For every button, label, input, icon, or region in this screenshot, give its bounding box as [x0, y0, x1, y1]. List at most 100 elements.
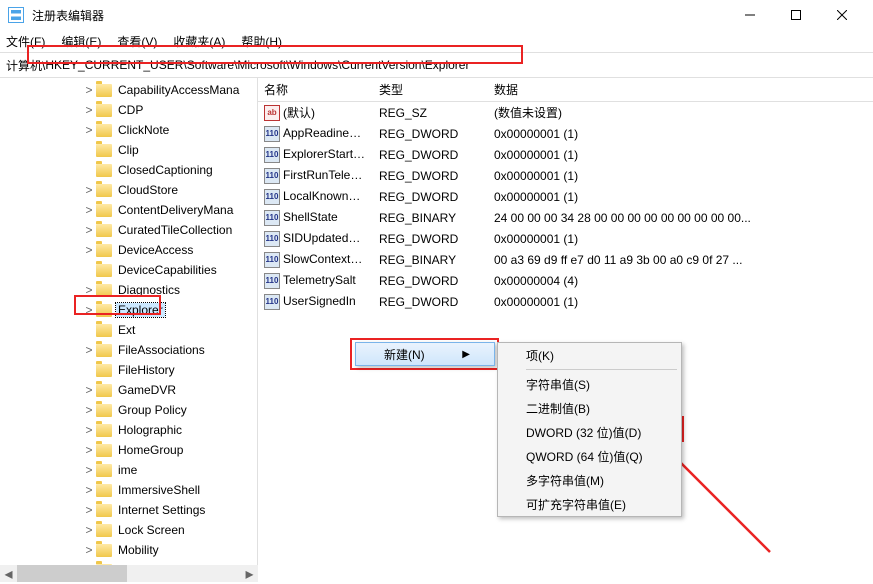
value-name: FirstRunTelem... [283, 168, 370, 182]
submenu-item[interactable]: 项(K) [498, 343, 681, 367]
tree-item-label: DeviceCapabilities [116, 263, 219, 277]
expand-icon[interactable]: > [82, 243, 96, 257]
tree-item[interactable]: >ImmersiveShell [0, 480, 257, 500]
expand-icon[interactable]: > [82, 403, 96, 417]
expand-icon[interactable]: > [82, 343, 96, 357]
value-data: 0x00000001 (1) [488, 148, 873, 162]
value-name: UserSignedIn [283, 294, 356, 308]
tree-item[interactable]: > FileAssociations [0, 340, 257, 360]
list-row[interactable]: ab(默认)REG_SZ(数值未设置) [258, 102, 873, 123]
col-header-data[interactable]: 数据 [488, 81, 873, 98]
tree-item[interactable]: DeviceCapabilities [0, 260, 257, 280]
value-type: REG_DWORD [373, 148, 488, 162]
tree-item[interactable]: >Group Policy [0, 400, 257, 420]
expand-icon[interactable]: > [82, 203, 96, 217]
tree-scrollbar-horizontal[interactable]: ◂ ▸ [0, 565, 258, 582]
tree-item[interactable]: >Explorer [0, 300, 257, 320]
tree-item[interactable]: >CloudStore [0, 180, 257, 200]
list-row[interactable]: 110UserSignedInREG_DWORD0x00000001 (1) [258, 291, 873, 312]
expand-icon[interactable]: > [82, 83, 96, 97]
tree-item-label: CuratedTileCollection [116, 223, 234, 237]
tree-item[interactable]: >Holographic [0, 420, 257, 440]
submenu-item[interactable]: 二进制值(B) [498, 396, 681, 420]
expand-icon[interactable]: > [82, 443, 96, 457]
list-row[interactable]: 110ExplorerStartu...REG_DWORD0x00000001 … [258, 144, 873, 165]
tree-item[interactable]: > CuratedTileCollection [0, 220, 257, 240]
binary-value-icon: 110 [264, 189, 280, 205]
menu-item[interactable]: 编辑(E) [61, 33, 101, 50]
expand-icon[interactable]: > [82, 103, 96, 117]
expand-icon[interactable]: > [82, 223, 96, 237]
tree-item[interactable]: >HomeGroup [0, 440, 257, 460]
menu-item[interactable]: 帮助(H) [241, 33, 282, 50]
list-row[interactable]: 110SlowContextM...REG_BINARY00 a3 69 d9 … [258, 249, 873, 270]
tree-item[interactable]: >Internet Settings [0, 500, 257, 520]
tree-item[interactable]: >ime [0, 460, 257, 480]
tree-item[interactable]: >CapabilityAccessMana [0, 80, 257, 100]
tree-item[interactable]: >CDP [0, 100, 257, 120]
minimize-button[interactable] [727, 0, 773, 30]
expand-icon[interactable]: > [82, 183, 96, 197]
scroll-left-button[interactable]: ◂ [0, 565, 17, 582]
menu-item[interactable]: 文件(F) [6, 33, 45, 50]
binary-value-icon: 110 [264, 252, 280, 268]
list-row[interactable]: 110TelemetrySaltREG_DWORD0x00000004 (4) [258, 270, 873, 291]
expand-icon[interactable]: > [82, 303, 96, 317]
list-row[interactable]: 110AppReadiness...REG_DWORD0x00000001 (1… [258, 123, 873, 144]
menu-item[interactable]: 收藏夹(A) [173, 33, 225, 50]
expand-icon[interactable]: > [82, 423, 96, 437]
expand-icon[interactable]: > [82, 123, 96, 137]
folder-icon [96, 204, 112, 217]
tree-item[interactable]: >Diagnostics [0, 280, 257, 300]
submenu-item[interactable]: 多字符串值(M) [498, 468, 681, 492]
maximize-button[interactable] [773, 0, 819, 30]
tree-item[interactable]: > ContentDeliveryMana [0, 200, 257, 220]
submenu-item[interactable]: 字符串值(S) [498, 372, 681, 396]
submenu-item[interactable]: DWORD (32 位)值(D) [498, 420, 681, 444]
context-submenu[interactable]: 项(K) 字符串值(S)二进制值(B)DWORD (32 位)值(D)QWORD … [497, 342, 682, 517]
value-data: 0x00000001 (1) [488, 295, 873, 309]
regedit-icon [8, 7, 24, 23]
tree-item[interactable]: > GameDVR [0, 380, 257, 400]
expand-icon[interactable]: > [82, 543, 96, 557]
context-item-new[interactable]: 新建(N) ▶ [355, 342, 495, 366]
tree-item-label: ContentDeliveryMana [116, 203, 235, 217]
window-controls [727, 0, 865, 30]
tree-item[interactable]: FileHistory [0, 360, 257, 380]
tree-item-label: GameDVR [116, 383, 178, 397]
scroll-right-button[interactable]: ▸ [241, 565, 258, 582]
list-row[interactable]: 110FirstRunTelem...REG_DWORD0x00000001 (… [258, 165, 873, 186]
tree-item[interactable]: >ClickNote [0, 120, 257, 140]
expand-icon[interactable]: > [82, 463, 96, 477]
expand-icon[interactable]: > [82, 383, 96, 397]
tree-item-label: FileHistory [116, 363, 177, 377]
expand-icon[interactable]: > [82, 503, 96, 517]
address-bar[interactable]: 计算机\HKEY_CURRENT_USER\Software\Microsoft… [0, 52, 873, 78]
tree-item[interactable]: >DeviceAccess [0, 240, 257, 260]
expand-icon[interactable]: > [82, 483, 96, 497]
col-header-type[interactable]: 类型 [373, 81, 488, 98]
list-row[interactable]: 110SIDUpdatedO...REG_DWORD0x00000001 (1) [258, 228, 873, 249]
col-header-name[interactable]: 名称 [258, 81, 373, 98]
tree-pane[interactable]: >CapabilityAccessMana>CDP>ClickNoteClipC… [0, 78, 258, 565]
list-row[interactable]: 110LocalKnownFol...REG_DWORD0x00000001 (… [258, 186, 873, 207]
submenu-item[interactable]: QWORD (64 位)值(Q) [498, 444, 681, 468]
tree-item[interactable]: ClosedCaptioning [0, 160, 257, 180]
menu-item[interactable]: 查看(V) [117, 33, 157, 50]
expand-icon[interactable]: > [82, 283, 96, 297]
list-row[interactable]: 110ShellStateREG_BINARY24 00 00 00 34 28… [258, 207, 873, 228]
scroll-thumb[interactable] [17, 565, 127, 582]
submenu-item[interactable]: 可扩充字符串值(E) [498, 492, 681, 516]
value-data: 0x00000001 (1) [488, 232, 873, 246]
tree-item[interactable]: >Lock Screen [0, 520, 257, 540]
tree-item-label: FileAssociations [116, 343, 207, 357]
folder-icon [96, 244, 112, 257]
tree-item[interactable]: Clip [0, 140, 257, 160]
close-button[interactable] [819, 0, 865, 30]
folder-icon [96, 424, 112, 437]
value-data: 0x00000001 (1) [488, 169, 873, 183]
expand-icon[interactable]: > [82, 523, 96, 537]
tree-item[interactable]: Ext [0, 320, 257, 340]
context-menu[interactable]: 新建(N) ▶ [355, 342, 495, 366]
tree-item[interactable]: >Mobility [0, 540, 257, 560]
